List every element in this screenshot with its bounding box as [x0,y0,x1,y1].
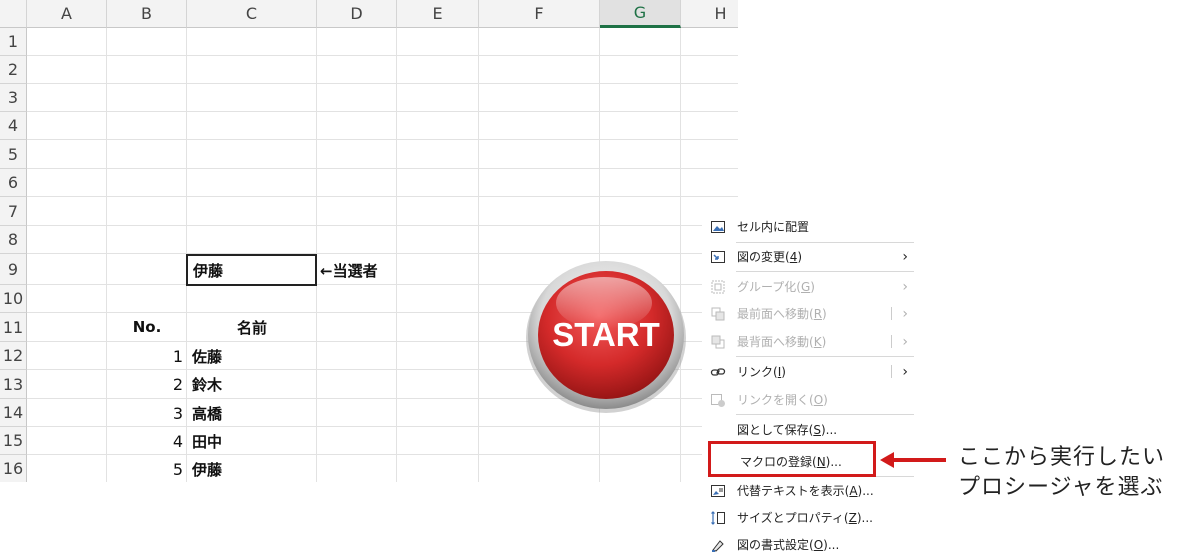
cell-name[interactable]: 田中 [187,427,317,455]
bring-to-front-icon [710,306,726,322]
cell-c11-header[interactable]: 名前 [187,313,317,341]
cell-b11-header[interactable]: No. [107,313,187,341]
send-to-back-icon [710,334,726,350]
gridline [478,28,479,482]
alt-text-icon [710,483,726,499]
cell-no[interactable]: 1 [107,342,187,370]
group-icon [710,279,726,295]
menu-separator [736,271,914,272]
select-all-corner[interactable] [0,0,27,28]
cell-no[interactable]: 4 [107,427,187,455]
menu-item-change-picture[interactable]: 図の変更(4) › [702,243,914,270]
gridline [27,139,738,140]
row-header-6[interactable]: 6 [0,169,27,197]
row-header-11[interactable]: 11 [0,313,27,342]
menu-item-save-as-picture[interactable]: 図として保存(S)... [702,416,914,443]
cell-no[interactable]: 5 [107,455,187,482]
column-header-h[interactable]: H [681,0,738,28]
link-icon [710,364,726,380]
column-header-d[interactable]: D [317,0,397,28]
row-header-16[interactable]: 16 [0,455,27,482]
row-header-14[interactable]: 14 [0,399,27,427]
macro-highlight-box [708,441,876,477]
cell-no[interactable]: 2 [107,370,187,398]
menu-item-bring-to-front[interactable]: 最前面へ移動(R) › [702,300,914,327]
row-header-4[interactable]: 4 [0,112,27,140]
start-button[interactable]: START [524,258,688,414]
column-header-g[interactable]: G [600,0,681,28]
submenu-arrow-icon: › [902,248,908,265]
menu-item-place-in-cell[interactable]: セル内に配置 [702,213,914,240]
menu-separator [736,414,914,415]
cell-no[interactable]: 3 [107,399,187,427]
submenu-arrow-icon: › [902,278,908,295]
gridline [27,253,738,254]
menu-item-group[interactable]: グループ化(G) › [702,273,914,300]
row-header-8[interactable]: 8 [0,226,27,254]
row-header-2[interactable]: 2 [0,56,27,84]
callout-text: ここから実行したい プロシージャを選ぶ [958,443,1198,503]
menu-separator [736,356,914,357]
menu-item-format-picture[interactable]: 図の書式設定(O)... [702,531,914,558]
cell-name[interactable]: 高橋 [187,399,317,427]
submenu-arrow-icon: › [902,333,908,350]
column-header-f[interactable]: F [479,0,600,28]
gridline [27,225,738,226]
submenu-arrow-icon: › [902,305,908,322]
cell-name[interactable]: 佐藤 [187,342,317,370]
menu-item-size-properties[interactable]: サイズとプロパティ(Z)... [702,504,914,531]
row-header-13[interactable]: 13 [0,370,27,399]
cell-name[interactable]: 伊藤 [187,455,317,482]
context-menu: セル内に配置 図の変更(4) › グループ化(G) › 最前面へ移動(R) › … [702,212,914,555]
winner-note: ←当選者 [320,262,378,280]
row-header-15[interactable]: 15 [0,427,27,455]
gridline [396,28,397,482]
gridline [27,83,738,84]
format-picture-icon [710,537,726,553]
column-header-b[interactable]: B [107,0,187,28]
menu-item-open-link[interactable]: リンクを開く(O) [702,386,914,413]
menu-item-alt-text[interactable]: 代替テキストを表示(A)... [702,477,914,504]
callout-line-1: ここから実行したい [958,445,1166,470]
cell-c9-winner[interactable]: 伊藤 [186,254,317,286]
column-header-e[interactable]: E [397,0,479,28]
row-header-7[interactable]: 7 [0,197,27,226]
row-header-3[interactable]: 3 [0,84,27,112]
submenu-arrow-icon: › [902,363,908,380]
row-header-5[interactable]: 5 [0,140,27,169]
callout-arrow-icon [880,452,946,468]
callout-line-2: プロシージャを選ぶ [958,475,1164,500]
open-link-icon [710,392,726,408]
column-header-a[interactable]: A [27,0,107,28]
gridline [27,111,738,112]
row-header-12[interactable]: 12 [0,342,27,370]
gridline [27,196,738,197]
start-button-label: START [552,316,660,353]
column-header-c[interactable]: C [187,0,317,28]
gridline [27,168,738,169]
row-header-10[interactable]: 10 [0,285,27,313]
menu-item-send-to-back[interactable]: 最背面へ移動(K) › [702,328,914,355]
menu-item-link[interactable]: リンク(I) › [702,358,914,385]
row-header-1[interactable]: 1 [0,28,27,56]
cell-name[interactable]: 鈴木 [187,370,317,398]
size-properties-icon [710,510,726,526]
place-in-cell-icon [710,219,726,235]
change-picture-icon [710,249,726,265]
gridline [27,55,738,56]
row-header-9[interactable]: 9 [0,254,27,285]
